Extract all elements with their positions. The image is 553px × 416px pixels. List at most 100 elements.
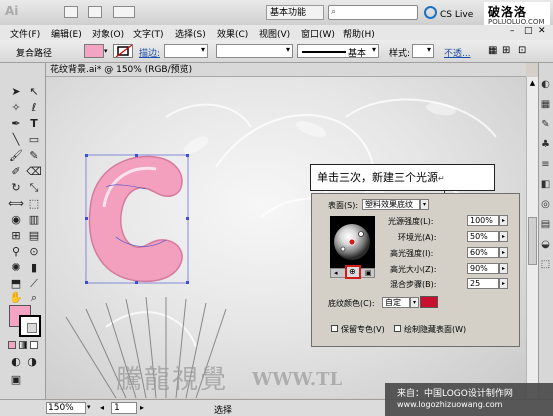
stroke-weight-dropdown[interactable] (164, 44, 208, 58)
symbol-sprayer-tool-icon[interactable]: ✺ (8, 260, 24, 276)
menu-window[interactable]: 窗口(W) (301, 27, 335, 40)
gradient-mode-icon[interactable] (19, 341, 27, 349)
blend-steps-input[interactable]: 25 (467, 278, 499, 289)
blob-brush-tool-icon[interactable]: ✐ (8, 164, 24, 180)
perspective-grid-tool-icon[interactable]: ▥ (26, 212, 42, 228)
ambient-light-arrow-icon[interactable]: ▸ (499, 231, 508, 242)
fill-dropdown-icon[interactable]: ▾ (104, 44, 112, 58)
brushes-panel-icon[interactable]: ✎ (539, 118, 552, 131)
transform-icon[interactable]: ⊡ (518, 45, 526, 56)
menu-edit[interactable]: 编辑(E) (51, 27, 82, 40)
highlight-size-input[interactable]: 90% (467, 263, 499, 274)
stroke-label-link[interactable]: 描边: (139, 46, 160, 59)
graphic-styles-panel-icon[interactable]: ◧ (539, 178, 552, 191)
menu-effect[interactable]: 效果(C) (217, 27, 248, 40)
magic-wand-tool-icon[interactable]: ✧ (8, 100, 24, 116)
none-mode-icon[interactable] (30, 341, 38, 349)
gradient-tool-icon[interactable]: ▤ (26, 228, 42, 244)
menu-select[interactable]: 选择(S) (175, 27, 206, 40)
pencil-tool-icon[interactable]: ✎ (26, 148, 42, 164)
close-icon[interactable]: ✕ (538, 26, 546, 36)
delete-light-icon[interactable]: ▣ (365, 269, 372, 277)
scroll-thumb[interactable] (528, 217, 537, 265)
zoom-level-field[interactable]: 150% (46, 402, 86, 414)
menu-type[interactable]: 文字(T) (133, 27, 164, 40)
search-input[interactable]: ⌕ (328, 5, 418, 20)
swatches-panel-icon[interactable]: ▦ (539, 98, 552, 111)
selection-tool-icon[interactable]: ➤ (8, 84, 24, 100)
eraser-tool-icon[interactable]: ⌫ (26, 164, 42, 180)
hand-tool-icon[interactable]: ✋ (8, 290, 24, 306)
cs-live-button[interactable]: CS Live (424, 6, 484, 20)
new-light-button[interactable]: ⊕ (345, 265, 361, 279)
draw-behind-icon[interactable]: ◑ (24, 354, 40, 370)
free-transform-tool-icon[interactable]: ⬚ (26, 196, 42, 212)
blend-tool-icon[interactable]: ⊙ (26, 244, 42, 260)
document-setup-icon[interactable]: ▦ (488, 45, 497, 56)
highlight-size-arrow-icon[interactable]: ▸ (499, 263, 508, 274)
symbols-panel-icon[interactable]: ♣ (539, 138, 552, 151)
rectangle-tool-icon[interactable]: ▭ (26, 132, 42, 148)
maximize-icon[interactable]: □ (524, 26, 533, 36)
mesh-tool-icon[interactable]: ⊞ (8, 228, 24, 244)
line-tool-icon[interactable]: ╲ (8, 132, 24, 148)
pen-tool-icon[interactable]: ✒ (8, 116, 24, 132)
highlight-intensity-input[interactable]: 60% (467, 247, 499, 258)
prev-artboard-icon[interactable]: ◂ (100, 403, 104, 412)
appearance-panel-icon[interactable]: ◎ (539, 198, 552, 211)
bridge-icon[interactable] (64, 6, 78, 18)
minimize-icon[interactable]: – (510, 26, 515, 36)
menu-view[interactable]: 视图(V) (259, 27, 290, 40)
stroke-panel-icon[interactable]: ≡ (539, 158, 552, 171)
artboards-panel-icon[interactable]: ⬚ (539, 258, 552, 271)
vertical-scrollbar[interactable]: ▲ (526, 77, 538, 398)
color-panel-icon[interactable]: ◐ (539, 78, 552, 91)
opacity-link[interactable]: 不透... (444, 46, 471, 59)
highlight-intensity-arrow-icon[interactable]: ▸ (499, 247, 508, 258)
arrange-documents-icon[interactable] (88, 6, 102, 18)
zoom-tool-icon[interactable]: ⌕ (26, 290, 42, 306)
shading-color-dropdown[interactable]: 自定 (382, 297, 410, 308)
next-artboard-icon[interactable]: ▸ (140, 403, 144, 412)
direct-selection-tool-icon[interactable]: ↖ (26, 84, 42, 100)
width-tool-icon[interactable]: ⟺ (8, 196, 24, 212)
shading-color-swatch[interactable] (420, 296, 438, 308)
fill-swatch-button[interactable] (84, 44, 104, 58)
column-graph-tool-icon[interactable]: ▮ (26, 260, 42, 276)
paintbrush-tool-icon[interactable]: 🖌 (8, 148, 24, 164)
light-sphere-preview[interactable] (330, 216, 375, 268)
variable-width-dropdown[interactable] (216, 44, 293, 58)
stroke-color-box[interactable] (19, 315, 41, 337)
blend-steps-arrow-icon[interactable]: ▸ (499, 278, 508, 289)
move-light-back-icon[interactable]: ◂ (334, 269, 338, 277)
light-intensity-input[interactable]: 100% (467, 215, 499, 226)
rotate-tool-icon[interactable]: ↻ (8, 180, 24, 196)
light-intensity-arrow-icon[interactable]: ▸ (499, 215, 508, 226)
surface-dropdown-arrow-icon[interactable]: ▾ (420, 199, 429, 210)
shading-color-arrow-icon[interactable]: ▾ (410, 297, 419, 308)
align-icon[interactable]: ⊞ (502, 45, 510, 56)
surface-dropdown[interactable]: 塑料效果底纹 (362, 199, 420, 210)
menu-file[interactable]: 文件(F) (10, 27, 40, 40)
draw-normal-icon[interactable]: ◐ (8, 354, 24, 370)
zoom-dropdown-icon[interactable]: ▾ (87, 403, 91, 411)
ambient-light-input[interactable]: 50% (467, 231, 499, 242)
menu-help[interactable]: 帮助(H) (343, 27, 375, 40)
document-tab[interactable]: 花纹背景.ai* @ 150% (RGB/预览) (46, 63, 526, 77)
stroke-swatch-button[interactable] (113, 44, 133, 58)
transparency-panel-icon[interactable]: ◒ (539, 238, 552, 251)
type-tool-icon[interactable]: T (26, 116, 42, 132)
scroll-up-icon[interactable]: ▲ (528, 79, 537, 89)
workspace-switcher[interactable]: 基本功能 (266, 5, 324, 20)
screen-mode-icon[interactable] (113, 6, 135, 18)
shape-builder-tool-icon[interactable]: ◉ (8, 212, 24, 228)
menu-object[interactable]: 对象(O) (92, 27, 124, 40)
lasso-tool-icon[interactable]: ℓ (26, 100, 42, 116)
layers-panel-icon[interactable]: ▤ (539, 218, 552, 231)
artboard-number-field[interactable]: 1 (111, 402, 137, 414)
eyedropper-tool-icon[interactable]: ⚲ (8, 244, 24, 260)
brush-dropdown[interactable]: 基本 (297, 44, 379, 59)
preserve-spot-checkbox[interactable] (331, 325, 338, 332)
draw-hidden-faces-checkbox[interactable] (394, 325, 401, 332)
scale-tool-icon[interactable]: ⤡ (26, 180, 42, 196)
